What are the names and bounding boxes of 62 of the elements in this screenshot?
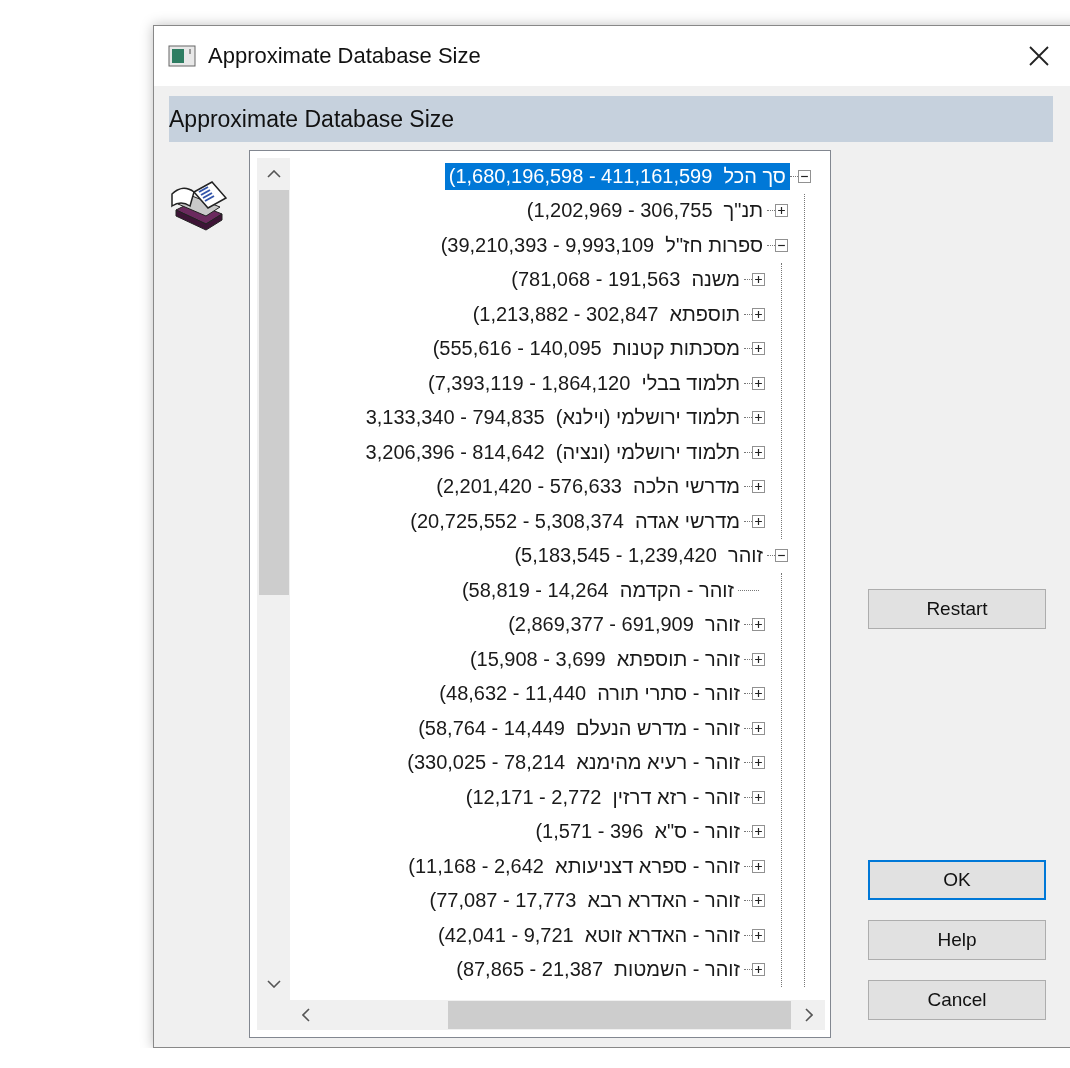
tree-item[interactable]: זוהר - רזא דרזין 2,772 - 12,171) [461, 783, 744, 811]
expand-icon[interactable] [752, 928, 765, 942]
tree-item[interactable]: זוהר - סתרי תורה 11,440 - 48,632) [435, 680, 744, 708]
expand-icon[interactable] [752, 894, 765, 908]
collapse-icon[interactable] [798, 169, 811, 183]
close-icon [1029, 46, 1049, 66]
expand-icon[interactable] [752, 790, 765, 804]
tree-item[interactable]: זוהר - השמטות 21,387 - 87,865) [452, 956, 744, 984]
expand-icon[interactable] [752, 687, 765, 701]
dialog-button[interactable]: Help [868, 920, 1046, 960]
tree-item[interactable]: תנ"ך 306,755 - 1,202,969) [522, 197, 767, 225]
expand-icon[interactable] [752, 514, 765, 528]
dialog-button[interactable]: Cancel [868, 980, 1046, 1020]
tree-item[interactable]: משנה 191,563 - 781,068) [507, 266, 744, 294]
scroll-left-icon[interactable] [302, 1008, 310, 1022]
expand-icon[interactable] [752, 376, 765, 390]
scroll-up-icon[interactable] [266, 170, 281, 178]
tree-item[interactable]: תלמוד ירושלמי (וילנא) 794,835 - 3,133,340 [361, 404, 744, 432]
expand-icon[interactable] [752, 307, 765, 321]
tree-item[interactable]: תלמוד בבלי 1,864,120 - 7,393,119) [423, 369, 744, 397]
tree-item[interactable]: מסכתות קטנות 140,095 - 555,616) [428, 335, 744, 363]
window-title: Approximate Database Size [208, 43, 482, 69]
tree-view[interactable] [249, 150, 831, 1038]
tree-item[interactable]: זוהר - רעיא מהימנא 78,214 - 330,025) [403, 749, 744, 777]
tree-item[interactable]: זוהר - האדרא זוטא 9,721 - 42,041) [434, 921, 744, 949]
expand-icon[interactable] [752, 756, 765, 770]
tree-item[interactable]: זוהר - מדרש הנעלם 14,449 - 58,764) [414, 714, 744, 742]
expand-icon[interactable] [752, 652, 765, 666]
tree-item[interactable]: תלמוד ירושלמי (ונציה) 814,642 - 3,206,396 [361, 438, 744, 466]
tree-item[interactable]: זוהר 1,239,420 - 5,183,545) [510, 542, 767, 570]
tree-item[interactable]: מדרשי הלכה 576,633 - 2,201,420) [432, 473, 744, 501]
tree-item[interactable]: זוהר - האדרא רבא 17,773 - 77,087) [425, 887, 744, 915]
tree-item[interactable]: מדרשי אגדה 5,308,374 - 20,725,552) [406, 507, 744, 535]
window-icon [168, 45, 196, 67]
tree-item[interactable]: זוהר - הקדמה 14,264 - 58,819) [457, 576, 738, 604]
expand-icon[interactable] [752, 411, 765, 425]
ok-button[interactable]: OK [868, 860, 1046, 900]
expand-icon[interactable] [752, 445, 765, 459]
expand-icon[interactable] [752, 618, 765, 632]
expand-icon[interactable] [752, 825, 765, 839]
expand-icon[interactable] [752, 963, 765, 977]
tree-item[interactable]: תוספתא 302,847 - 1,213,882) [468, 300, 744, 328]
expand-icon[interactable] [752, 480, 765, 494]
scroll-right-icon[interactable] [805, 1008, 813, 1022]
collapse-icon[interactable] [775, 549, 788, 563]
scroll-down-icon[interactable] [266, 980, 281, 988]
tree-item[interactable]: זוהר - ספרא דצניעותא 2,642 - 11,168) [404, 852, 744, 880]
expand-icon[interactable] [752, 721, 765, 735]
tree-item[interactable]: ספרות חז"ל 9,993,109 - 39,210,393) [436, 231, 767, 259]
tree-item[interactable]: זוהר 691,909 - 2,869,377) [504, 611, 744, 639]
tree-item[interactable]: זוהר - ס"א 396 - 1,571) [531, 818, 744, 846]
expand-icon[interactable] [752, 273, 765, 287]
vertical-scrollbar[interactable] [257, 158, 290, 1000]
expand-icon[interactable] [775, 204, 788, 218]
tree-item[interactable]: סך הכל 411,161,599 - 1,680,196,598) [444, 162, 790, 190]
dialog-button[interactable]: Restart [868, 589, 1046, 629]
horizontal-scrollbar[interactable] [257, 1000, 825, 1030]
header-title: Approximate Database Size [169, 105, 455, 133]
tree-item[interactable]: זוהר - תוספתא 3,699 - 15,908) [465, 645, 744, 673]
expand-icon[interactable] [752, 859, 765, 873]
collapse-icon[interactable] [775, 238, 788, 252]
expand-icon[interactable] [752, 342, 765, 356]
